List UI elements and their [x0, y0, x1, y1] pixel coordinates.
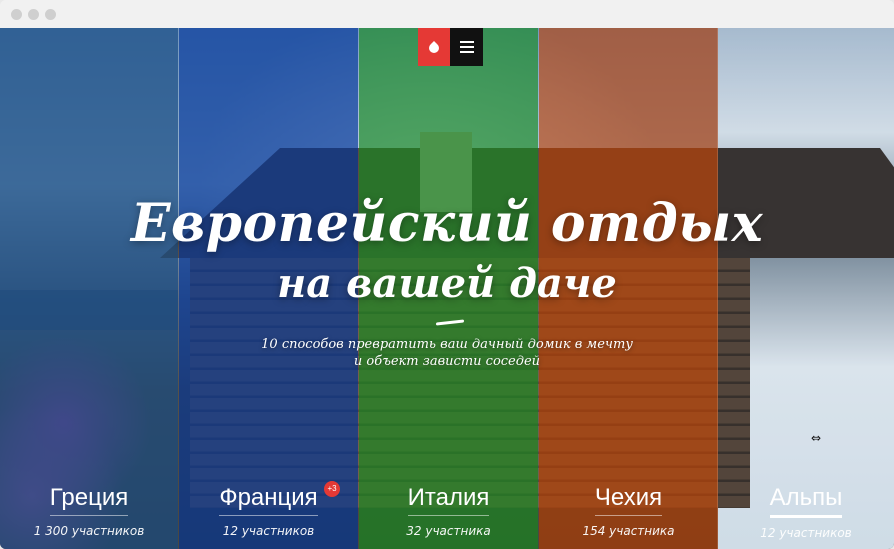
logo-button[interactable]	[418, 28, 450, 66]
hero-title-line1: Европейский отдых	[130, 193, 764, 254]
maximize-window-dot[interactable]	[45, 9, 56, 20]
country-greece[interactable]: Греция 1 300 участников	[0, 484, 178, 538]
logo-icon	[429, 41, 439, 53]
hamburger-menu-icon	[459, 51, 474, 53]
participants-count: 154 участника	[582, 524, 675, 538]
close-window-dot[interactable]	[11, 9, 22, 20]
country-italy[interactable]: Италия 32 участника	[359, 484, 538, 538]
browser-window: Европейский отдых на вашей даче 10 спосо…	[0, 0, 894, 549]
country-czech[interactable]: Чехия 154 участника	[539, 484, 718, 538]
hero-subtitle-line2: и объект зависти соседей	[353, 354, 541, 369]
hamburger-menu-icon	[459, 46, 474, 48]
participants-count: 12 участников	[222, 524, 315, 538]
country-france[interactable]: Франция +3 12 участников	[179, 481, 358, 538]
country-name[interactable]: Альпы	[769, 484, 843, 518]
participants-count: 32 участника	[406, 524, 491, 538]
participants-count: 12 участников	[760, 526, 852, 540]
country-name[interactable]: Франция	[219, 484, 318, 516]
participants-count: 1 300 участников	[33, 524, 145, 538]
hero-subtitle-line1: 10 способов превратить ваш дачный домик …	[261, 337, 633, 352]
page-viewport: Европейский отдых на вашей даче 10 спосо…	[0, 28, 894, 549]
hamburger-menu-button[interactable]	[450, 28, 483, 66]
hamburger-menu-icon	[459, 41, 474, 43]
country-name[interactable]: Греция	[49, 484, 129, 516]
minimize-window-dot[interactable]	[28, 9, 39, 20]
country-name[interactable]: Италия	[407, 484, 490, 516]
window-titlebar	[0, 0, 894, 29]
country-name[interactable]: Чехия	[594, 484, 663, 516]
country-alps[interactable]: Альпы 12 участников	[718, 484, 894, 540]
hero-title-line2: на вашей даче	[277, 260, 617, 307]
new-participants-badge: +3	[324, 481, 340, 497]
resize-cursor-icon: ⇔	[811, 431, 822, 445]
